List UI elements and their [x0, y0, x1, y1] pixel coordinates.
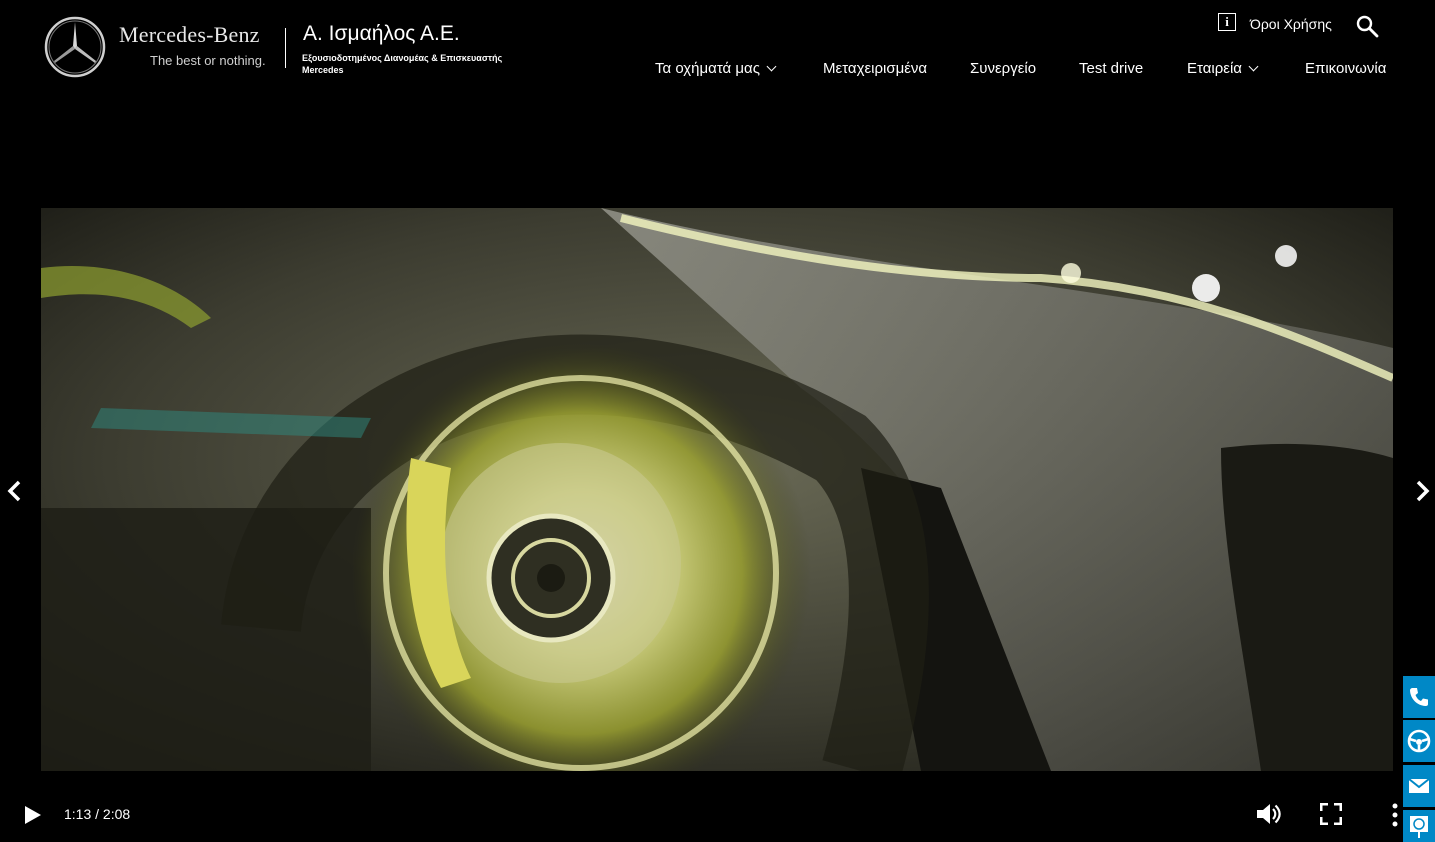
nav-item-label: Τα οχήματά μας	[655, 60, 760, 77]
nav-item-label: Συνεργείο	[970, 60, 1037, 77]
info-icon: i	[1218, 13, 1236, 31]
nav-item-test-drive[interactable]: Test drive	[1079, 60, 1143, 77]
side-location-button[interactable]	[1403, 810, 1435, 842]
video-frame	[41, 208, 1393, 771]
chevron-down-icon	[1248, 61, 1259, 72]
carousel-prev-arrow-icon[interactable]	[5, 478, 25, 504]
dealer-name[interactable]: Α. Ισμαήλος Α.Ε.	[303, 22, 460, 46]
location-icon	[1410, 816, 1428, 838]
nav-item-vehicles[interactable]: Τα οχήματά μας	[655, 60, 777, 77]
nav-item-contact[interactable]: Επικοινωνία	[1305, 60, 1386, 77]
mail-icon	[1408, 778, 1430, 793]
side-email-button[interactable]	[1403, 765, 1435, 807]
nav-item-label: Test drive	[1079, 60, 1144, 77]
play-icon[interactable]	[24, 805, 42, 825]
nav-item-label: Μεταχειρισμένα	[823, 60, 928, 77]
nav-item-label: Εταιρεία	[1187, 60, 1242, 77]
carousel-next-arrow-icon[interactable]	[1412, 478, 1432, 504]
video-time: 1:13 / 2:08	[64, 806, 131, 822]
nav-item-label: Επικοινωνία	[1305, 60, 1387, 77]
more-options-icon[interactable]	[1390, 803, 1400, 827]
fullscreen-icon[interactable]	[1320, 803, 1342, 825]
terms-link[interactable]: i Όροι Χρήσης	[1218, 12, 1332, 32]
main-nav: Τα οχήματά μας Μεταχειρισμένα Συνεργείο …	[0, 60, 1435, 80]
video-controls: 1:13 / 2:08	[0, 786, 1435, 842]
volume-icon[interactable]	[1254, 800, 1282, 828]
nav-item-company[interactable]: Εταιρεία	[1187, 60, 1259, 77]
steering-wheel-icon	[1407, 729, 1431, 753]
nav-item-service[interactable]: Συνεργείο	[970, 60, 1036, 77]
site-header: Mercedes-Benz The best or nothing. Α. Ισ…	[0, 0, 1435, 110]
chevron-down-icon	[766, 61, 777, 72]
brand-name: Mercedes-Benz	[119, 22, 260, 47]
side-test-drive-button[interactable]	[1403, 720, 1435, 762]
hero-video[interactable]	[41, 208, 1393, 771]
search-icon[interactable]	[1355, 14, 1379, 38]
terms-label: Όροι Χρήσης	[1250, 16, 1332, 32]
nav-item-used[interactable]: Μεταχειρισμένα	[823, 60, 927, 77]
phone-icon	[1410, 688, 1428, 706]
side-phone-button[interactable]	[1403, 676, 1435, 718]
